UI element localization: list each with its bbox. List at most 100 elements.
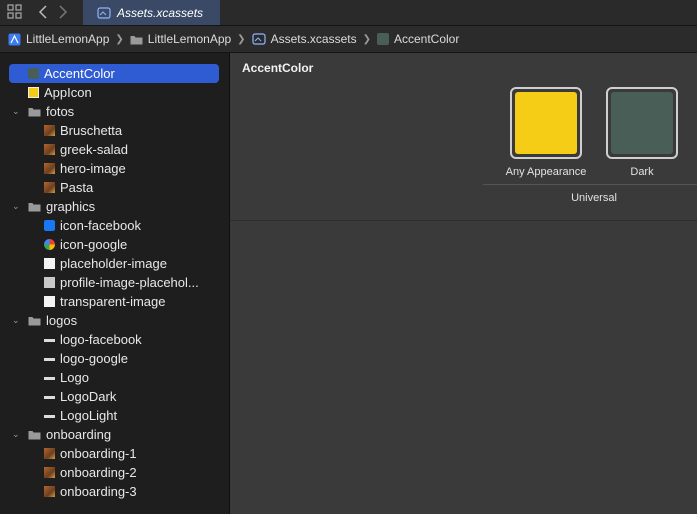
sidebar-item-label: icon-google: [60, 237, 128, 252]
breadcrumb-assets[interactable]: Assets.xcassets: [251, 32, 357, 46]
sidebar-item[interactable]: AccentColor: [28, 64, 115, 83]
app-icon-icon: [28, 87, 39, 98]
sidebar-item-label: onboarding-3: [60, 484, 137, 499]
sidebar-item-label: graphics: [46, 199, 96, 214]
disclosure-chevron-icon[interactable]: ⌄: [12, 429, 22, 440]
photo-thumbnail-icon: [44, 467, 55, 478]
sidebar-item[interactable]: profile-image-placehol...: [44, 273, 199, 292]
sidebar-folder[interactable]: ⌄ onboarding: [12, 425, 111, 444]
tab-assets[interactable]: Assets.xcassets: [83, 0, 220, 25]
sidebar-item-label: LogoLight: [60, 408, 118, 423]
tab-bar: Assets.xcassets: [0, 0, 697, 26]
separator-line: [483, 184, 697, 185]
sidebar-folder[interactable]: ⌄ graphics: [12, 197, 95, 216]
app-project-icon: [8, 33, 21, 45]
forward-icon[interactable]: [55, 4, 71, 20]
disclosure-chevron-icon[interactable]: ⌄: [12, 201, 22, 212]
swatch-any-appearance[interactable]: [510, 87, 582, 159]
sidebar-item-label: profile-image-placehol...: [60, 275, 199, 290]
chevron-right-icon: ❯: [237, 33, 246, 45]
asset-catalog-icon: [97, 6, 111, 19]
sidebar-item[interactable]: transparent-image: [44, 292, 166, 311]
sidebar-item[interactable]: icon-facebook: [44, 216, 141, 235]
image-thumbnail-icon: [44, 296, 55, 307]
sidebar-item[interactable]: hero-image: [44, 159, 126, 178]
photo-thumbnail-icon: [44, 182, 55, 193]
sidebar-item[interactable]: AppIcon: [28, 83, 92, 102]
sidebar-item[interactable]: placeholder-image: [44, 254, 167, 273]
sidebar-item-label: hero-image: [60, 161, 126, 176]
sidebar-item[interactable]: Logo: [44, 368, 89, 387]
color-swatch-icon: [28, 68, 39, 79]
swatch-dark-fill: [611, 92, 673, 154]
logo-thumbnail-icon: [44, 338, 55, 342]
disclosure-chevron-icon[interactable]: ⌄: [12, 106, 22, 117]
sidebar-item-label: logos: [46, 313, 78, 328]
sidebar-item[interactable]: onboarding-2: [44, 463, 137, 482]
google-icon: [44, 239, 55, 250]
sidebar-item-label: onboarding: [46, 427, 112, 442]
facebook-icon: [44, 220, 55, 231]
grid-icon[interactable]: [7, 4, 23, 20]
sidebar-item-label: AccentColor: [44, 66, 115, 81]
folder-icon: [28, 203, 41, 212]
sidebar-item[interactable]: onboarding-1: [44, 444, 137, 463]
sidebar-folder[interactable]: ⌄ logos: [12, 311, 77, 330]
swatch-dark[interactable]: [606, 87, 678, 159]
back-icon[interactable]: [35, 4, 51, 20]
sidebar-item-label: logo-facebook: [60, 332, 142, 347]
sidebar-item[interactable]: icon-google: [44, 235, 127, 254]
folder-icon: [28, 317, 41, 326]
image-thumbnail-icon: [44, 258, 55, 269]
logo-thumbnail-icon: [44, 395, 55, 399]
tab-label: Assets.xcassets: [117, 5, 204, 20]
sidebar-item-label: Logo: [60, 370, 89, 385]
group-label-universal: Universal: [571, 192, 617, 204]
breadcrumb-group[interactable]: LittleLemonApp: [130, 32, 231, 46]
sidebar-folder[interactable]: ⌄ fotos: [12, 102, 74, 121]
breadcrumb-color[interactable]: AccentColor: [376, 32, 459, 46]
sidebar-item-label: transparent-image: [60, 294, 166, 309]
chevron-right-icon: ❯: [115, 33, 124, 45]
sidebar-item-label: onboarding-1: [60, 446, 137, 461]
sidebar-item[interactable]: logo-facebook: [44, 330, 142, 349]
swatch-dark-label: Dark: [630, 166, 654, 178]
sidebar-item-label: placeholder-image: [60, 256, 167, 271]
color-swatch-icon: [376, 33, 389, 45]
folder-icon: [28, 431, 41, 440]
chevron-right-icon: ❯: [362, 33, 371, 45]
asset-editor: AccentColor Any Appearance Dark Universa…: [230, 53, 697, 514]
sidebar-item[interactable]: greek-salad: [44, 140, 128, 159]
sidebar-item[interactable]: onboarding-3: [44, 482, 137, 501]
swatch-any-appearance-fill: [515, 92, 577, 154]
sidebar-item-label: icon-facebook: [60, 218, 141, 233]
sidebar-item[interactable]: LogoDark: [44, 387, 116, 406]
sidebar-item[interactable]: Pasta: [44, 178, 93, 197]
sidebar-item[interactable]: logo-google: [44, 349, 128, 368]
folder-icon: [28, 108, 41, 117]
photo-thumbnail-icon: [44, 144, 55, 155]
sidebar-item-label: LogoDark: [60, 389, 117, 404]
asset-catalog-icon: [251, 33, 266, 45]
sidebar-item-label: onboarding-2: [60, 465, 137, 480]
sidebar-item-label: logo-google: [60, 351, 128, 366]
breadcrumb-project[interactable]: LittleLemonApp: [8, 32, 109, 46]
sidebar-item-label: Bruschetta: [60, 123, 123, 138]
logo-thumbnail-icon: [44, 414, 55, 418]
folder-icon: [130, 35, 143, 44]
photo-thumbnail-icon: [44, 163, 55, 174]
photo-thumbnail-icon: [44, 448, 55, 459]
swatch-any-appearance-label: Any Appearance: [505, 166, 587, 178]
logo-thumbnail-icon: [44, 357, 55, 361]
sidebar-item-label: Pasta: [60, 180, 94, 195]
asset-title: AccentColor: [242, 61, 314, 75]
separator-line: [230, 220, 697, 221]
breadcrumb: LittleLemonApp ❯ LittleLemonApp ❯ Assets…: [0, 26, 697, 53]
sidebar-item[interactable]: Bruschetta: [44, 121, 122, 140]
disclosure-chevron-icon[interactable]: ⌄: [12, 315, 22, 326]
photo-thumbnail-icon: [44, 125, 55, 136]
sidebar-item[interactable]: LogoLight: [44, 406, 117, 425]
profile-thumbnail-icon: [44, 277, 55, 288]
sidebar-item-label: fotos: [46, 104, 75, 119]
sidebar-item-label: AppIcon: [44, 85, 92, 100]
